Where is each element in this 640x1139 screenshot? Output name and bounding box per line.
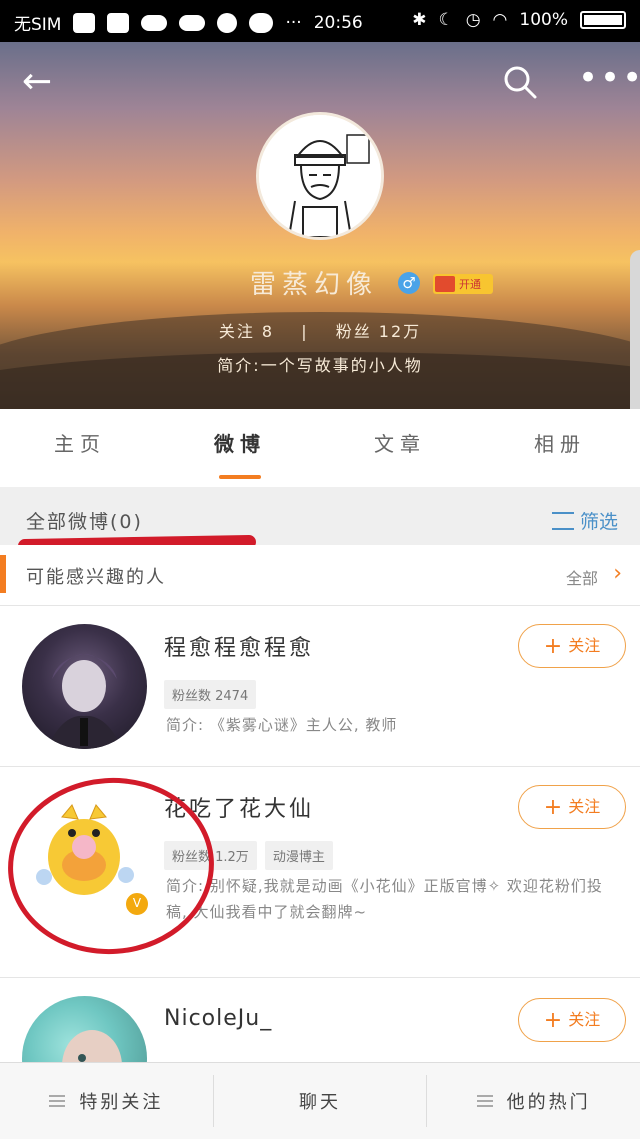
bluetooth-icon: ✱ <box>412 10 427 30</box>
teal-hair-portrait <box>62 1030 122 1062</box>
filter-icon <box>551 511 574 530</box>
special-follow-button[interactable]: 特别关注 <box>0 1075 214 1127</box>
vip-open-badge[interactable]: 开通 <box>433 274 493 294</box>
followers-chip: 粉丝数 2474 <box>164 680 257 709</box>
chat-label: 聊天 <box>299 1092 341 1113</box>
shopping-bag-icon <box>73 12 96 33</box>
filter-label: 筛选 <box>579 511 618 533</box>
list-item[interactable]: 程愈程愈程愈 + 关注 粉丝数 2474 简介: 《紫雾心谜》主人公, 教师 <box>0 606 640 767</box>
search-icon[interactable] <box>502 64 538 100</box>
his-popular-label: 他的热门 <box>506 1092 591 1113</box>
suggested-people-header: 可能感兴趣的人 全部 › <box>0 545 640 606</box>
tab-home[interactable]: 主页 <box>0 409 160 487</box>
anime-boy-portrait <box>47 654 122 749</box>
user-chips: 粉丝数 2474 <box>164 680 257 709</box>
back-arrow-icon[interactable]: ← <box>22 64 62 100</box>
tab-articles[interactable]: 文章 <box>320 409 480 487</box>
moon-icon: ☾ <box>438 10 454 30</box>
status-right: ✱ ☾ ◷ ◠ 100% <box>412 10 626 30</box>
weibo-section-header: 全部微博(0) 筛选 <box>0 487 640 545</box>
tab-album[interactable]: 相册 <box>480 409 640 487</box>
more-options-icon[interactable]: ••• <box>578 61 640 95</box>
planet-icon <box>217 12 238 33</box>
menu-icon <box>49 1095 66 1107</box>
chat-button[interactable]: 聊天 <box>214 1075 428 1127</box>
category-chip: 动漫博主 <box>264 841 333 870</box>
wechat-icon <box>249 12 274 33</box>
bottom-action-bar: 特别关注 聊天 他的热门 <box>0 1062 640 1139</box>
clock-time: 20:56 <box>313 12 363 33</box>
shopping-bag-icon <box>107 12 130 33</box>
alarm-icon: ◷ <box>465 10 481 30</box>
profile-name: 雷蒸幻像 <box>250 270 379 300</box>
vip-label: 开通 <box>459 278 481 291</box>
stats-separator: | <box>301 322 309 341</box>
plus-icon: + <box>543 795 563 820</box>
crown-icon <box>435 276 455 292</box>
profile-header: ← ••• 雷蒸幻像 ♂ 开通 关注 8 | 粉丝 12万 简介:一个写故事的小… <box>0 42 640 409</box>
cloud-icon <box>141 14 168 31</box>
follow-label: 关注 <box>568 1010 601 1029</box>
accent-bar <box>0 555 6 593</box>
follow-label: 关注 <box>568 636 601 655</box>
battery-percent: 100% <box>519 10 568 30</box>
user-avatar[interactable] <box>22 996 147 1062</box>
see-all-link[interactable]: 全部 <box>566 565 598 589</box>
chevron-right-icon[interactable]: › <box>613 561 622 586</box>
all-weibo-count: 全部微博(0) <box>26 511 143 533</box>
followers-label[interactable]: 粉丝 <box>336 322 372 341</box>
plus-icon: + <box>543 634 563 659</box>
hat-character-drawing <box>259 115 381 237</box>
tab-weibo[interactable]: 微博 <box>160 409 320 487</box>
user-bio: 简介: 别怀疑,我就是动画《小花仙》正版官博✧ 欢迎花粉们投稿, 大仙我看中了就… <box>166 877 603 921</box>
followers-count[interactable]: 12万 <box>379 322 421 341</box>
cloud-icon <box>179 14 206 31</box>
plus-icon: + <box>543 1008 563 1033</box>
his-popular-button[interactable]: 他的热门 <box>427 1075 640 1127</box>
user-name[interactable]: NicoleJu_ <box>164 1006 272 1031</box>
follow-label: 关注 <box>568 797 601 816</box>
following-label[interactable]: 关注 <box>219 322 255 341</box>
more-notifications: ··· <box>285 12 302 33</box>
filter-button[interactable]: 筛选 <box>551 507 618 534</box>
menu-icon <box>476 1095 493 1107</box>
profile-stats: 关注 8 | 粉丝 12万 <box>0 318 640 342</box>
follow-button[interactable]: + 关注 <box>518 624 626 668</box>
male-gender-icon: ♂ <box>398 272 420 294</box>
wifi-icon: ◠ <box>492 10 508 30</box>
battery-icon <box>580 11 626 29</box>
profile-avatar[interactable] <box>256 112 384 240</box>
special-follow-label: 特别关注 <box>79 1092 164 1113</box>
carrier-text: 无SIM <box>14 15 62 35</box>
status-bar: 无SIM ··· 20:56 ✱ ☾ ◷ ◠ 100% <box>0 0 640 42</box>
follow-button[interactable]: + 关注 <box>518 998 626 1042</box>
status-left: 无SIM ··· 20:56 <box>14 10 363 35</box>
following-count[interactable]: 8 <box>262 322 274 341</box>
user-bio: 简介: 《紫雾心谜》主人公, 教师 <box>166 716 398 734</box>
user-avatar[interactable] <box>22 624 147 749</box>
user-name[interactable]: 程愈程愈程愈 <box>164 630 314 662</box>
profile-bio: 简介:一个写故事的小人物 <box>217 356 423 375</box>
suggested-people-title: 可能感兴趣的人 <box>26 567 166 588</box>
list-item[interactable]: NicoleJu_ + 关注 <box>0 978 640 1063</box>
profile-tabs: 主页 微博 文章 相册 <box>0 409 640 487</box>
follow-button[interactable]: + 关注 <box>518 785 626 829</box>
